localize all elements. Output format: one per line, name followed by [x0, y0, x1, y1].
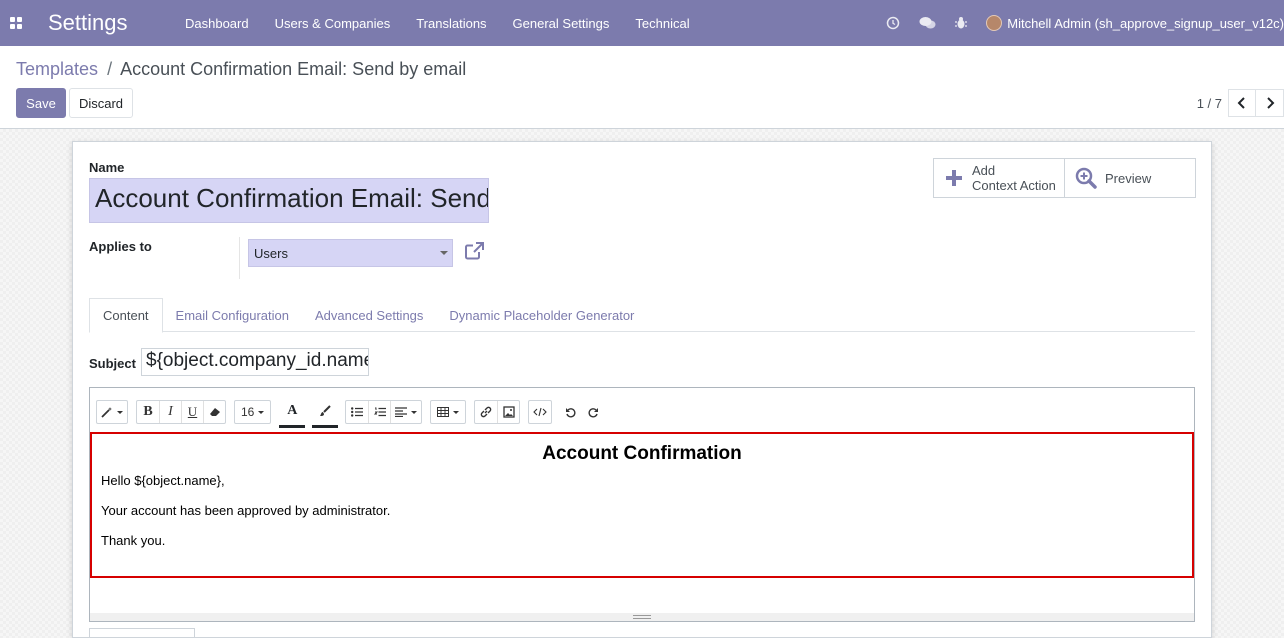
code-icon [533, 407, 548, 417]
redo-icon [588, 408, 599, 418]
font-size-dropdown[interactable]: 16 [235, 401, 270, 423]
link-icon [481, 406, 492, 418]
form-sheet: Name Account Confirmation Email: Send by… [72, 141, 1212, 638]
user-name: Mitchell Admin (sh_approve_signup_user_v… [1007, 15, 1284, 31]
menu-translations[interactable]: Translations [416, 16, 486, 31]
text-color-button[interactable]: A [279, 396, 306, 428]
subject-input[interactable]: ${object.company_id.name} [141, 348, 369, 376]
notebook-tabs: Content Email Configuration Advanced Set… [89, 298, 1195, 333]
add-context-action-line1: Add [972, 163, 996, 178]
bullet-list-button[interactable] [346, 401, 368, 423]
field-divider [239, 237, 240, 279]
pager-value[interactable]: 1 / 7 [1197, 96, 1222, 111]
magic-wand-icon [101, 407, 112, 418]
button-box: Add Context Action Preview [933, 158, 1196, 198]
breadcrumb: Templates / Account Confirmation Email: … [16, 59, 466, 80]
redo-button[interactable] [582, 401, 604, 423]
menu-users-companies[interactable]: Users & Companies [275, 16, 391, 31]
table-icon [437, 407, 450, 417]
undo-button[interactable] [560, 401, 582, 423]
undo-icon [566, 408, 576, 418]
preview-button[interactable]: Preview [1065, 158, 1196, 198]
image-icon [503, 406, 515, 418]
pager: 1 / 7 [1197, 89, 1284, 117]
app-title: Settings [48, 10, 128, 35]
font-size-value: 16 [241, 405, 255, 419]
plus-icon [944, 168, 964, 188]
zoom-in-icon [1075, 167, 1097, 189]
clock-icon[interactable] [876, 16, 910, 30]
applies-to-select[interactable]: Users [248, 239, 453, 267]
tab-content[interactable]: Content [89, 298, 163, 333]
apps-menu-icon[interactable] [0, 0, 32, 46]
menu-technical[interactable]: Technical [635, 16, 689, 31]
preview-label: Preview [1105, 170, 1152, 186]
user-menu[interactable]: Mitchell Admin (sh_approve_signup_user_v… [986, 15, 1284, 31]
align-dropdown[interactable] [390, 401, 421, 423]
content-body: Your account has been approved by admini… [101, 503, 391, 518]
table-dropdown[interactable] [431, 401, 465, 423]
list-ul-icon [351, 407, 364, 417]
paint-brush-icon [320, 404, 332, 416]
external-link-icon[interactable] [465, 242, 485, 263]
insert-image-button[interactable] [497, 401, 519, 423]
italic-button[interactable]: I [159, 401, 181, 423]
pager-previous-button[interactable] [1228, 89, 1256, 117]
name-label: Name [89, 160, 125, 175]
eraser-icon [209, 408, 220, 416]
editor-resize-handle[interactable] [90, 613, 1194, 621]
breadcrumb-separator: / [107, 59, 113, 79]
add-context-action-button[interactable]: Add Context Action [933, 158, 1065, 198]
background-color-button[interactable] [312, 396, 339, 428]
breadcrumb-current: Account Confirmation Email: Send by emai… [120, 59, 467, 79]
add-context-action-line2: Context Action [972, 178, 1056, 193]
underline-button[interactable]: U [181, 401, 203, 423]
insert-link-button[interactable] [475, 401, 497, 423]
avatar [986, 15, 1003, 31]
caret-down-icon [440, 251, 448, 255]
html-editor: B I U 16 A Account Confirmation Hello ${… [89, 387, 1195, 622]
bold-button[interactable]: B [137, 401, 159, 423]
breadcrumb-templates-link[interactable]: Templates [16, 59, 98, 79]
control-panel: Templates / Account Confirmation Email: … [0, 46, 1284, 129]
partially-visible-field[interactable] [89, 628, 195, 638]
applies-to-value: Users [254, 245, 288, 261]
bug-icon[interactable] [944, 16, 978, 30]
content-closing: Thank you. [101, 533, 166, 548]
tab-advanced-settings[interactable]: Advanced Settings [302, 298, 436, 332]
pager-next-button[interactable] [1256, 89, 1284, 117]
top-navbar: Settings Dashboard Users & Companies Tra… [0, 0, 1284, 46]
remove-format-button[interactable] [203, 401, 225, 423]
code-view-button[interactable] [529, 401, 551, 423]
chevron-left-icon [1237, 97, 1245, 109]
main-menu: Dashboard Users & Companies Translations… [185, 16, 716, 31]
content-greeting: Hello ${object.name}, [101, 473, 225, 488]
editor-content-area[interactable]: Account Confirmation Hello ${object.name… [90, 432, 1194, 578]
chevron-right-icon [1266, 97, 1274, 109]
numbered-list-button[interactable] [368, 401, 390, 423]
menu-dashboard[interactable]: Dashboard [185, 16, 249, 31]
content-heading: Account Confirmation [542, 443, 742, 464]
magic-wand-style-button[interactable] [97, 401, 127, 423]
chat-icon[interactable] [910, 16, 944, 30]
tab-dynamic-placeholder-generator[interactable]: Dynamic Placeholder Generator [436, 298, 647, 332]
discard-button[interactable]: Discard [69, 88, 133, 118]
applies-to-label: Applies to [89, 239, 152, 254]
save-button[interactable]: Save [16, 88, 66, 118]
list-ol-icon [373, 407, 386, 417]
tab-email-configuration[interactable]: Email Configuration [163, 298, 302, 332]
menu-general-settings[interactable]: General Settings [513, 16, 610, 31]
name-input[interactable]: Account Confirmation Email: Send by emai… [89, 178, 489, 223]
subject-label: Subject [89, 356, 136, 371]
editor-toolbar: B I U 16 A [96, 396, 612, 428]
align-left-icon [395, 407, 408, 417]
